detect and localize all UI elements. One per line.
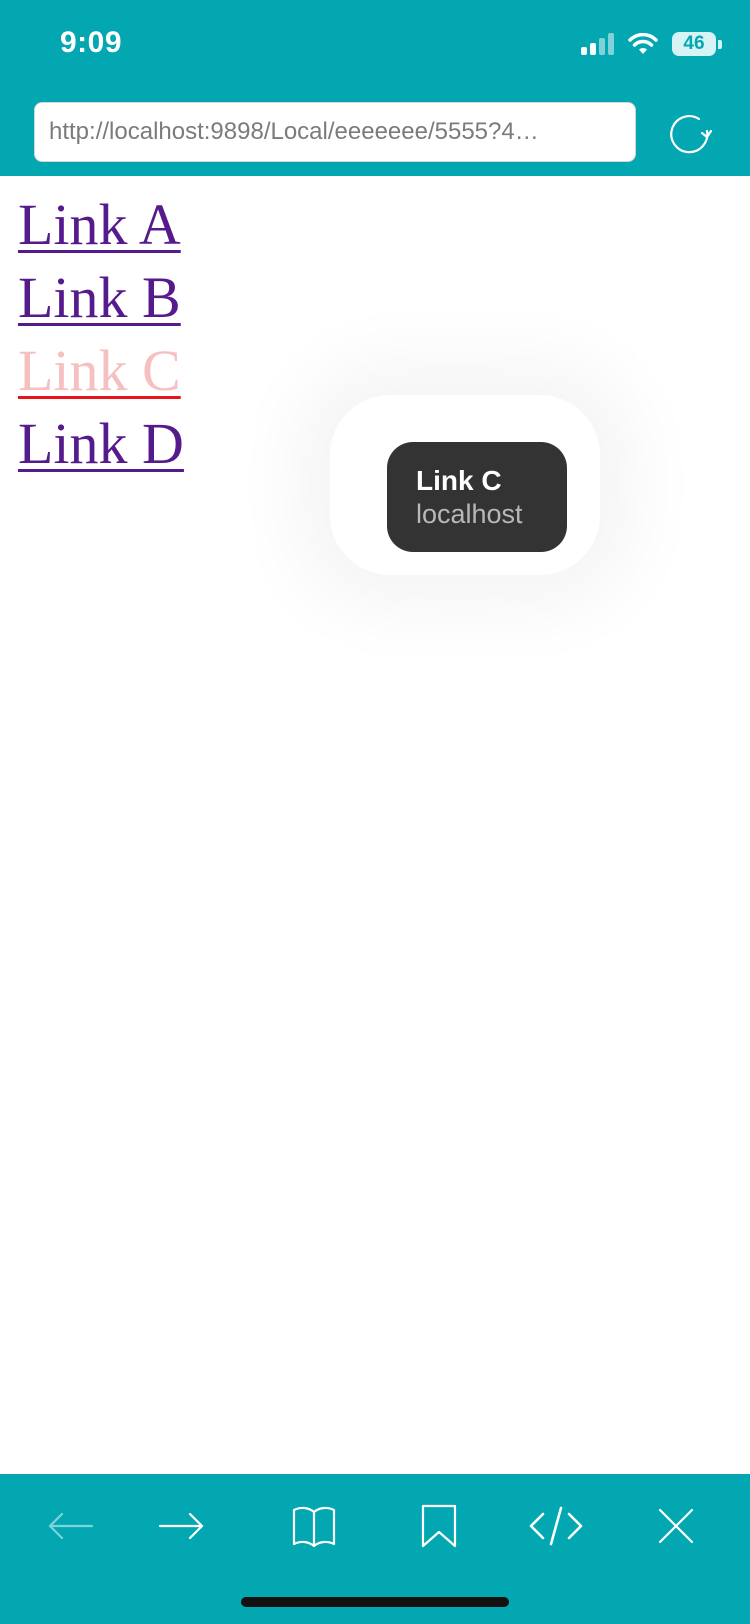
cellular-signal-icon	[581, 33, 614, 55]
tooltip-title: Link C	[416, 465, 502, 496]
tooltip-subtitle: localhost	[416, 499, 523, 529]
add-bookmark-button[interactable]	[409, 1496, 469, 1556]
forward-arrow-icon	[158, 1512, 204, 1540]
book-icon	[292, 1506, 336, 1548]
back-arrow-icon	[48, 1512, 94, 1540]
close-button[interactable]	[646, 1496, 706, 1556]
link-list: Link A Link B Link C Link D	[18, 188, 184, 480]
status-icons: 46	[581, 30, 722, 58]
link-b[interactable]: Link B	[18, 261, 184, 334]
back-button[interactable]	[40, 1496, 100, 1556]
battery-icon: 46	[672, 32, 722, 56]
close-icon	[658, 1508, 694, 1544]
status-time: 9:09	[60, 26, 123, 59]
link-preview-tooltip: Link C localhost	[387, 442, 567, 552]
browser-screen: 9:09 46 http://localhost:9898/Local/eeee…	[0, 0, 750, 1624]
view-source-button[interactable]	[526, 1496, 586, 1556]
link-a[interactable]: Link A	[18, 188, 184, 261]
url-field[interactable]: http://localhost:9898/Local/eeeeeee/5555…	[34, 102, 636, 162]
url-text: http://localhost:9898/Local/eeeeeee/5555…	[49, 118, 539, 145]
top-bar: 9:09 46 http://localhost:9898/Local/eeee…	[0, 0, 750, 176]
wifi-icon	[628, 32, 658, 54]
bookmark-icon	[421, 1504, 457, 1548]
forward-button[interactable]	[152, 1496, 212, 1556]
link-c[interactable]: Link C	[18, 334, 184, 407]
battery-level: 46	[672, 32, 716, 56]
reload-icon[interactable]	[666, 110, 714, 158]
code-icon	[529, 1506, 583, 1546]
home-indicator[interactable]	[241, 1597, 509, 1607]
bookmarks-button[interactable]	[284, 1496, 344, 1556]
link-d[interactable]: Link D	[18, 407, 184, 480]
